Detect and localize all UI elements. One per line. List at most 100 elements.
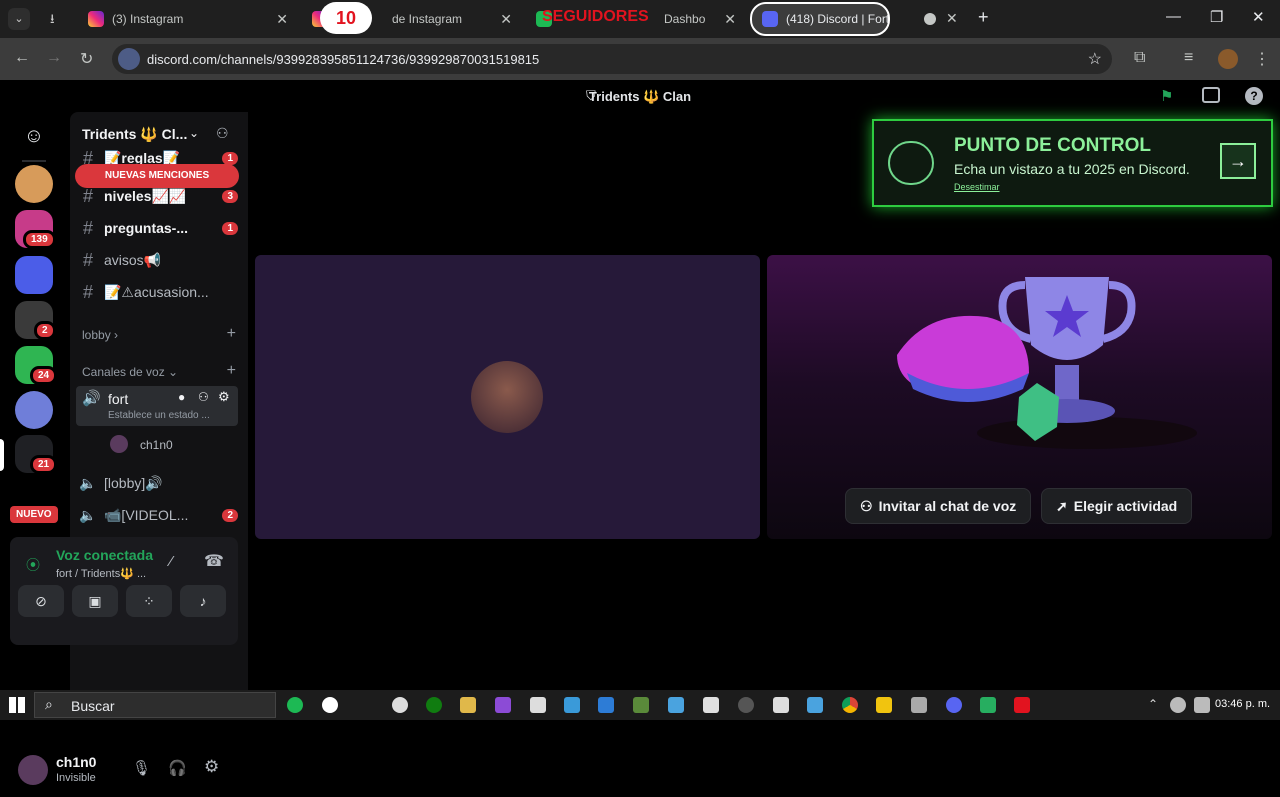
invite-icon[interactable]: ⚇ (198, 390, 209, 404)
wifi-icon[interactable] (1194, 697, 1210, 713)
app-icon[interactable] (911, 697, 927, 713)
voice-channel-item[interactable]: 🔈 [lobby]🔊 (76, 469, 242, 497)
extensions-icon[interactable]: ⧉ (1134, 49, 1145, 67)
headphones-icon[interactable]: 🎧 (168, 759, 187, 777)
xbox-icon[interactable] (426, 697, 442, 713)
discord-taskbar-icon[interactable] (946, 697, 962, 713)
participant-tile[interactable] (255, 255, 760, 539)
choose-activity-button[interactable]: ➚ Elegir actividad (1041, 488, 1193, 524)
copilot-icon[interactable] (564, 697, 580, 713)
windows-start-icon[interactable] (9, 697, 25, 713)
checkpoint-promo[interactable]: PUNTO DE CONTROL Echa un vistazo a tu 20… (872, 119, 1273, 207)
app-icon[interactable] (703, 697, 719, 713)
invite-voice-button[interactable]: ⚇ Invitar al chat de voz (845, 488, 1032, 524)
app-icon[interactable] (392, 697, 408, 713)
site-info-icon[interactable] (118, 48, 140, 70)
instagram-icon (88, 11, 104, 27)
channel-item[interactable]: # niveles📈📈 3 (76, 182, 242, 210)
tray-discord-icon[interactable] (1170, 697, 1186, 713)
server-icon-anime[interactable] (15, 165, 53, 203)
channel-item[interactable]: # avisos📢 (76, 246, 242, 274)
new-tab-button[interactable]: + (978, 7, 989, 28)
tab-search-button[interactable]: ⌄ (8, 8, 30, 30)
chevron-down-icon[interactable]: ⌄ (189, 126, 199, 140)
spotify-icon[interactable] (287, 697, 303, 713)
flag-icon[interactable]: ⚑ (1160, 87, 1173, 105)
invite-people-icon[interactable]: ⚇ (216, 125, 229, 142)
channel-name: niveles📈📈 (104, 187, 187, 204)
add-channel-icon[interactable]: + (227, 325, 236, 343)
clock-app-icon[interactable] (322, 697, 338, 713)
address-bar[interactable]: discord.com/channels/939928395851124736/… (112, 44, 1112, 74)
avatar[interactable] (18, 755, 48, 785)
help-icon[interactable]: ? (1245, 87, 1263, 105)
camera-off-button[interactable]: ⊘ (18, 585, 64, 617)
app-icon[interactable] (495, 697, 511, 713)
app-icon[interactable] (738, 697, 754, 713)
chrome-icon[interactable] (842, 697, 858, 713)
minimize-icon[interactable]: — (1166, 8, 1181, 25)
channel-name: 📝⚠acusasion... (104, 283, 209, 300)
channel-item[interactable]: # preguntas-... 1 (76, 214, 242, 242)
app-icon[interactable] (668, 697, 684, 713)
speaker-icon: 🔊 (82, 390, 101, 407)
app-icon[interactable] (1014, 697, 1030, 713)
restore-icon[interactable]: ❐ (1210, 8, 1223, 26)
menu-icon[interactable]: ⋮ (1254, 49, 1270, 69)
clock-text[interactable]: 03:46 p. m. (1215, 698, 1270, 710)
server-name-header[interactable]: Tridents 🔱 Cl... (82, 126, 187, 143)
minecraft-icon[interactable] (633, 697, 649, 713)
media-control-icon[interactable]: ≡ (1184, 49, 1193, 67)
tray-chevron-icon[interactable]: ⌃ (1148, 697, 1158, 711)
category-lobby[interactable]: lobby › (82, 328, 118, 342)
app-icon[interactable] (807, 697, 823, 713)
todo-icon[interactable] (598, 697, 614, 713)
reload-icon[interactable]: ↻ (80, 49, 93, 69)
voice-channel-item[interactable]: 🔈 📹[VIDEOL... 2 (76, 501, 242, 529)
profile-avatar[interactable] (1218, 49, 1238, 69)
category-voice[interactable]: Canales de voz ⌄ (82, 365, 178, 379)
noise-suppression-icon[interactable]: ⁄ (170, 553, 173, 570)
back-icon[interactable]: ← (14, 49, 30, 67)
screen-share-button[interactable]: ▣ (72, 585, 118, 617)
taskbar-search[interactable]: ⌕ Buscar (34, 692, 276, 718)
bookmark-star-icon[interactable]: ☆ (1088, 49, 1102, 69)
disconnect-icon[interactable]: ☎ (204, 551, 224, 571)
user-settings-icon[interactable]: ⚙ (204, 757, 219, 777)
voice-user[interactable]: ch1n0 (110, 435, 230, 455)
voice-connected-label[interactable]: Voz conectada (56, 547, 153, 563)
channel-name: fort (108, 391, 129, 407)
unread-badge: 2 (222, 508, 238, 522)
soundboard-button[interactable]: ♪ (180, 585, 226, 617)
close-tab-icon[interactable]: ✕ (492, 11, 512, 28)
close-window-icon[interactable]: ✕ (1252, 8, 1265, 26)
server-icon-bunny[interactable] (15, 391, 53, 429)
activities-button[interactable]: ⁘ (126, 585, 172, 617)
download-icon[interactable]: ⭳ (50, 10, 55, 32)
close-tab-icon[interactable]: ✕ (946, 10, 958, 27)
arrow-right-icon[interactable]: → (1220, 143, 1256, 179)
server-icon-blue[interactable] (15, 256, 53, 294)
add-channel-icon[interactable]: + (227, 362, 236, 380)
voice-connection-panel: ⦿ Voz conectada fort / Tridents🔱 ... ⁄ ☎… (10, 537, 238, 645)
microphone-icon[interactable]: 🎙 (132, 759, 151, 777)
tab-discord[interactable]: (418) Discord | Fort | Tridents (750, 2, 890, 36)
forward-icon[interactable]: → (46, 49, 62, 67)
app-icon[interactable] (773, 697, 789, 713)
promo-dismiss[interactable]: Desestimar (954, 182, 1000, 192)
channel-item[interactable]: # 📝⚠acusasion... (76, 278, 242, 306)
settings-icon[interactable]: ⚙ (218, 389, 230, 405)
server-shield-icon: ⛉ (586, 88, 596, 103)
chat-icon[interactable]: ● (178, 390, 185, 404)
close-tab-icon[interactable]: ✕ (268, 11, 288, 28)
app-icon[interactable] (980, 697, 996, 713)
close-tab-icon[interactable]: ✕ (716, 11, 736, 28)
discord-home-icon[interactable]: ☺ (15, 117, 53, 155)
user-name[interactable]: ch1n0 (56, 754, 96, 770)
app-icon[interactable] (876, 697, 892, 713)
calculator-icon[interactable] (530, 697, 546, 713)
photos-icon[interactable] (460, 697, 476, 713)
tab-instagram[interactable]: (3) Instagram ✕ (78, 4, 298, 34)
inbox-icon[interactable] (1202, 87, 1220, 103)
voice-channel-fort[interactable]: 🔊 fort Establece un estado ... ● ⚇ ⚙ (76, 386, 238, 426)
